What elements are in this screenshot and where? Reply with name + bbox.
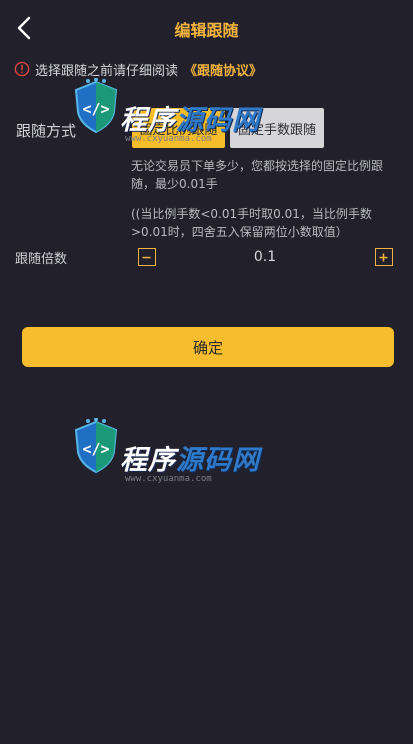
watermark-text: 程序源码网 [120, 445, 260, 476]
svg-text:</>: </> [82, 440, 109, 458]
shield-code-icon: </> [74, 418, 118, 474]
follow-mode-description: 无论交易员下单多少，您都按选择的固定比例跟随，最少0.01手 [131, 159, 384, 191]
watermark-logo: </> 程序源码网 www.cxyuanma.com [70, 418, 260, 498]
notice-text: 选择跟随之前请仔细阅读 [35, 63, 179, 79]
follow-notice: 选择跟随之前请仔细阅读 《跟随协议》 [14, 59, 262, 79]
watermark-text: 程序源码网 [120, 105, 260, 136]
page-title: 编辑跟随 [174, 21, 239, 40]
watermark-url: www.cxyuanma.com [125, 474, 212, 484]
watermark-url: www.cxyuanma.com [125, 134, 212, 144]
shield-code-icon: </> [74, 78, 118, 134]
confirm-button[interactable]: 确定 [22, 327, 394, 367]
warning-circle-icon [14, 61, 30, 77]
follow-mode-rule: ((当比例手数<0.01手时取0.01，当比例手数>0.01时，四舍五入保留两位… [131, 207, 372, 239]
multiplier-label: 跟随倍数 [15, 252, 68, 267]
decrease-multiplier-button[interactable] [138, 248, 156, 266]
header-bar: 编辑跟随 [0, 0, 413, 56]
follow-mode-label: 跟随方式 [16, 122, 77, 140]
multiplier-input[interactable] [158, 249, 372, 265]
svg-text:</>: </> [82, 100, 109, 118]
increase-multiplier-button[interactable] [375, 248, 393, 266]
follow-agreement-link[interactable]: 《跟随协议》 [184, 60, 262, 79]
minus-icon [142, 256, 151, 259]
plus-icon [379, 253, 388, 262]
watermark-logo: </> 程序源码网 www.cxyuanma.com [70, 78, 260, 158]
